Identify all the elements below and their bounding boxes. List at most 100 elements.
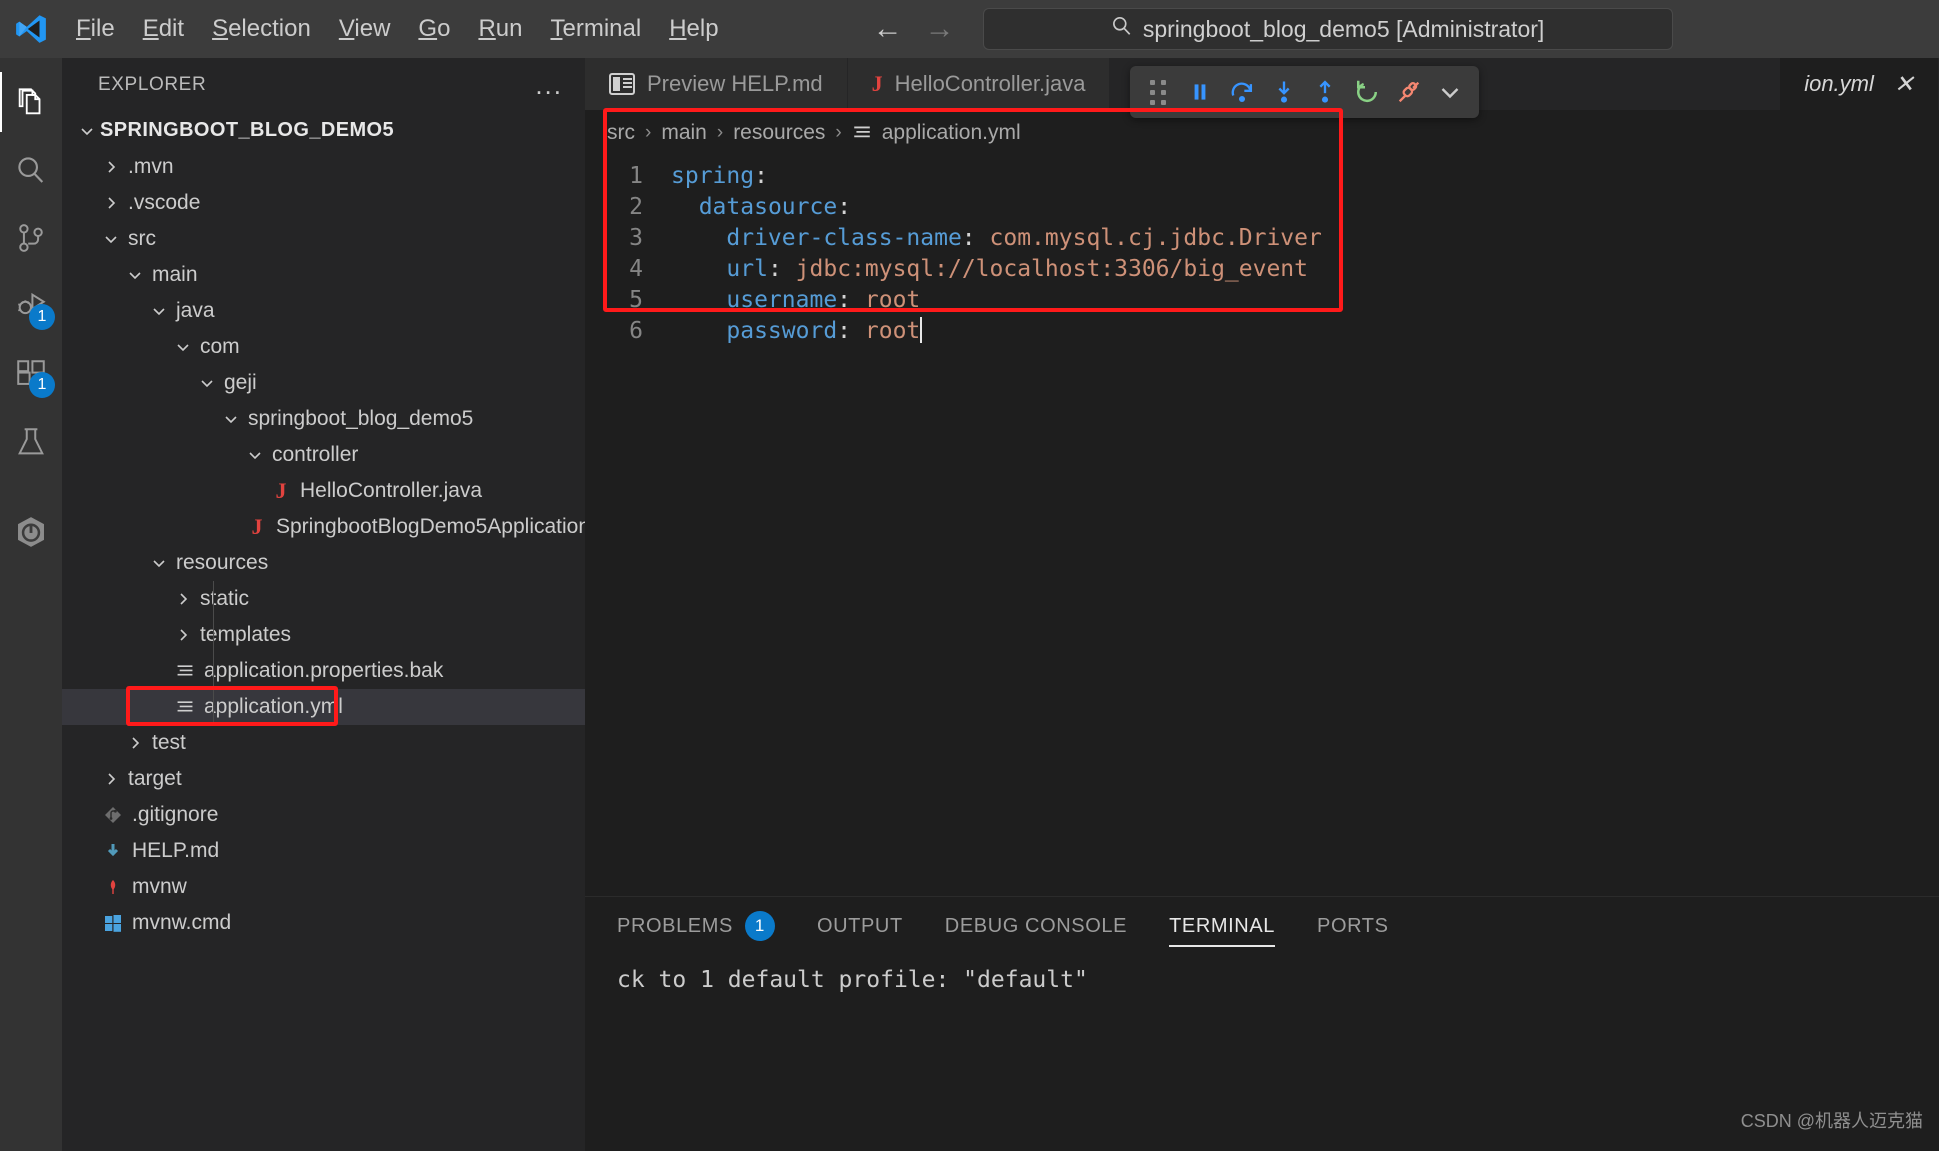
drag-handle-icon[interactable] xyxy=(1138,70,1180,114)
explorer-more-actions-icon[interactable]: ... xyxy=(535,71,563,98)
tree-item-label: SpringbootBlogDemo5Application.java xyxy=(276,515,635,538)
explorer-header: EXPLORER ... xyxy=(62,58,585,112)
tree-item-java[interactable]: java xyxy=(62,293,585,329)
activity-item-run-and-debug[interactable]: 1 xyxy=(0,272,62,340)
code-line: 6 password: root xyxy=(585,315,1939,346)
explorer-root-folder[interactable]: SPRINGBOOT_BLOG_DEMO5 xyxy=(62,112,585,149)
tree-item-springbootblogdemo5application-java[interactable]: J SpringbootBlogDemo5Application.java xyxy=(62,509,635,545)
tree-item-label: controller xyxy=(272,443,359,466)
tree-item-help-md[interactable]: HELP.md xyxy=(62,833,585,869)
activity-item-explorer[interactable] xyxy=(0,68,62,136)
activity-item-search[interactable] xyxy=(0,136,62,204)
chevron-down-icon xyxy=(98,231,124,247)
chevron-down-icon xyxy=(170,339,196,355)
vscode-window: File Edit Selection View Go Run Terminal… xyxy=(0,0,1939,1151)
activity-item-extensions[interactable]: 1 xyxy=(0,340,62,408)
breadcrumb-main[interactable]: main xyxy=(661,121,707,145)
panel-tab-ports[interactable]: PORTS xyxy=(1317,897,1389,955)
menu-item-view[interactable]: View xyxy=(325,9,405,49)
menu-label: elp xyxy=(686,15,719,42)
pause-button[interactable] xyxy=(1180,70,1222,114)
tab-label: Preview HELP.md xyxy=(647,71,823,96)
bottom-panel: PROBLEMS 1 OUTPUT DEBUG CONSOLE TERMINAL… xyxy=(585,896,1939,1151)
menu-item-selection[interactable]: Selection xyxy=(198,9,325,49)
go-forward-icon[interactable]: → xyxy=(925,14,955,44)
tree-item-hellocontroller-java[interactable]: J HelloController.java xyxy=(62,473,585,509)
go-back-icon[interactable]: ← xyxy=(873,14,903,44)
menu-item-run[interactable]: Run xyxy=(464,9,536,49)
terminal-output[interactable]: ck to 1 default profile: "default" xyxy=(585,955,1939,993)
tree-item-mvnw[interactable]: mvnw xyxy=(62,869,585,905)
tab-preview-help-md[interactable]: Preview HELP.md xyxy=(585,58,848,110)
activity-item-testing[interactable] xyxy=(0,408,62,476)
tree-item-gitignore[interactable]: .gitignore xyxy=(62,797,585,833)
code-text: spring: xyxy=(671,162,768,189)
explorer-sidebar: EXPLORER ... SPRINGBOOT_BLOG_DEMO5 .mvn.… xyxy=(62,58,635,1151)
menu-item-file[interactable]: File xyxy=(62,9,129,49)
breadcrumb-src[interactable]: src xyxy=(607,121,635,145)
panel-tab-debug-console[interactable]: DEBUG CONSOLE xyxy=(945,897,1127,955)
command-center-search[interactable]: springboot_blog_demo5 [Administrator] xyxy=(982,8,1673,50)
menu-accelerator: G xyxy=(418,15,438,42)
menu-item-terminal[interactable]: Terminal xyxy=(536,9,655,49)
breadcrumb-resources[interactable]: resources xyxy=(733,121,825,145)
tree-item-application-properties-bak[interactable]: application.properties.bak xyxy=(62,653,585,689)
close-icon[interactable]: ✕ xyxy=(1894,70,1914,99)
tab-label: HelloController.java xyxy=(894,71,1086,96)
tab-hellocontroller-java[interactable]: J HelloController.java xyxy=(847,58,1111,110)
chevron-down-icon xyxy=(146,303,172,319)
code-text: url: jdbc:mysql://localhost:3306/big_eve… xyxy=(726,255,1309,282)
tree-item-target[interactable]: target xyxy=(62,761,585,797)
tree-item-templates[interactable]: templates xyxy=(62,617,585,653)
line-number: 6 xyxy=(629,317,643,344)
tree-item-src[interactable]: src xyxy=(62,221,585,257)
tree-item-label: .gitignore xyxy=(132,803,219,826)
tree-item-main[interactable]: main xyxy=(62,257,585,293)
menu-label: o xyxy=(437,15,451,42)
breadcrumb-file[interactable]: application.yml xyxy=(882,121,1021,145)
file-tree: .mvn .vscode src main java com geji springboot_… xyxy=(62,149,635,941)
tree-item-vscode[interactable]: .vscode xyxy=(62,185,585,221)
menu-item-help[interactable]: Help xyxy=(655,9,732,49)
tree-item-geji[interactable]: geji xyxy=(62,365,585,401)
tree-item-mvn[interactable]: .mvn xyxy=(62,149,585,185)
tree-item-springboot-blog-demo5[interactable]: springboot_blog_demo5 xyxy=(62,401,585,437)
tree-item-com[interactable]: com xyxy=(62,329,585,365)
disconnect-button[interactable] xyxy=(1388,70,1430,114)
step-out-button[interactable] xyxy=(1305,70,1347,114)
activity-item-source-control[interactable] xyxy=(0,204,62,272)
chevron-right-icon xyxy=(98,159,124,175)
tree-item-controller[interactable]: controller xyxy=(62,437,585,473)
code-text: driver-class-name: com.mysql.cj.jdbc.Dri… xyxy=(726,224,1322,251)
panel-tab-bar: PROBLEMS 1 OUTPUT DEBUG CONSOLE TERMINAL… xyxy=(585,897,1939,955)
panel-tab-label: DEBUG CONSOLE xyxy=(944,914,1128,937)
files-icon xyxy=(18,88,41,115)
tree-item-label: application.properties.bak xyxy=(204,659,444,682)
menu-accelerator: R xyxy=(478,15,496,42)
tree-item-static[interactable]: static xyxy=(62,581,585,617)
code-editor[interactable]: 1 spring: 2 datasource: 3 driver-class-name… xyxy=(585,156,1939,346)
tree-item-test[interactable]: test xyxy=(62,725,585,761)
panel-tab-output[interactable]: OUTPUT xyxy=(817,897,903,955)
step-into-button[interactable] xyxy=(1263,70,1305,114)
tree-item-resources[interactable]: resources xyxy=(62,545,585,581)
chevron-right-icon xyxy=(98,195,124,211)
menu-item-go[interactable]: Go xyxy=(404,9,464,49)
tree-item-application-yml[interactable]: application.yml xyxy=(62,689,585,725)
debug-more-button[interactable] xyxy=(1429,70,1471,114)
badge-extensions: 1 xyxy=(29,372,55,398)
chevron-right-icon xyxy=(98,771,124,787)
tree-item-mvnw-cmd[interactable]: mvnw.cmd xyxy=(62,905,585,941)
activity-item-spring-boot-dashboard[interactable] xyxy=(0,498,62,566)
restart-button[interactable] xyxy=(1346,70,1388,114)
menu-item-edit[interactable]: Edit xyxy=(129,9,198,49)
search-icon xyxy=(1111,15,1133,43)
tree-item-label: HelloController.java xyxy=(300,479,483,502)
panel-tab-terminal[interactable]: TERMINAL xyxy=(1169,897,1275,955)
disconnect-icon xyxy=(1398,81,1419,103)
panel-tab-problems[interactable]: PROBLEMS 1 xyxy=(617,897,775,955)
tree-item-label: springboot_blog_demo5 xyxy=(248,407,474,430)
code-text: username: root xyxy=(726,286,921,313)
step-over-button[interactable] xyxy=(1221,70,1263,114)
tab-application-yml[interactable]: ion.yml ✕ xyxy=(1780,58,1939,110)
